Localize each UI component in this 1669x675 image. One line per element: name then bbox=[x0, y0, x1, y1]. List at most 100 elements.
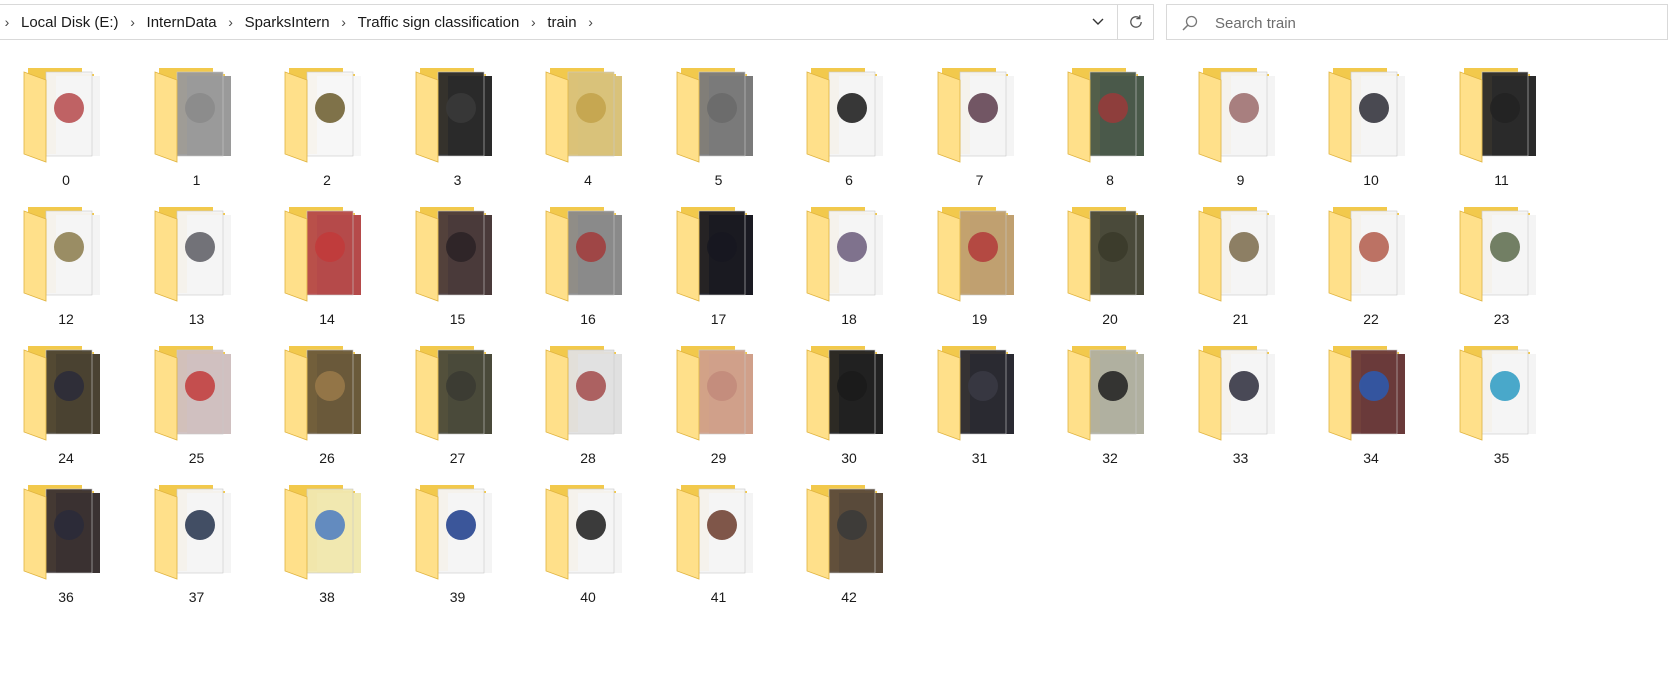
folder-item[interactable]: 37 bbox=[131, 475, 261, 614]
folder-item[interactable]: 0 bbox=[0, 58, 130, 197]
folder-icon bbox=[284, 68, 361, 163]
folder-icon bbox=[1328, 346, 1405, 441]
breadcrumb-segment[interactable]: InternData bbox=[141, 14, 223, 31]
folder-icon bbox=[284, 207, 361, 302]
folder-item[interactable]: 25 bbox=[131, 336, 261, 475]
folder-name: 6 bbox=[845, 172, 853, 188]
folder-icon bbox=[545, 346, 622, 441]
folder-item[interactable]: 22 bbox=[1305, 197, 1435, 336]
folder-item[interactable]: 1 bbox=[131, 58, 261, 197]
folder-item[interactable]: 39 bbox=[392, 475, 522, 614]
breadcrumb-chevron-icon[interactable]: › bbox=[525, 15, 541, 29]
folder-icon bbox=[545, 485, 622, 580]
folder-item[interactable]: 10 bbox=[1305, 58, 1435, 197]
folder-name: 40 bbox=[580, 589, 596, 605]
folder-icon bbox=[1459, 68, 1536, 163]
breadcrumb-chevron-icon[interactable]: › bbox=[223, 15, 239, 29]
folder-name: 15 bbox=[449, 311, 466, 327]
breadcrumb-segment[interactable]: train bbox=[541, 14, 582, 31]
folder-item[interactable]: 32 bbox=[1044, 336, 1174, 475]
folder-item[interactable]: 40 bbox=[522, 475, 652, 614]
folder-item[interactable]: 5 bbox=[653, 58, 783, 197]
folder-name: 11 bbox=[1494, 172, 1509, 188]
folder-item[interactable]: 31 bbox=[914, 336, 1044, 475]
folder-item[interactable]: 38 bbox=[261, 475, 391, 614]
breadcrumb-chevron-icon[interactable]: › bbox=[336, 15, 352, 29]
folder-item[interactable]: 23 bbox=[1436, 197, 1566, 336]
address-history-dropdown[interactable] bbox=[1081, 5, 1115, 39]
folder-item[interactable]: 34 bbox=[1305, 336, 1435, 475]
folder-item[interactable]: 12 bbox=[0, 197, 130, 336]
refresh-icon bbox=[1129, 15, 1142, 28]
folder-icon bbox=[1328, 207, 1405, 302]
folder-item[interactable]: 42 bbox=[783, 475, 913, 614]
folder-item[interactable]: 36 bbox=[0, 475, 130, 614]
folder-item[interactable]: 7 bbox=[914, 58, 1044, 197]
folder-icon bbox=[545, 207, 622, 302]
folder-name: 9 bbox=[1236, 172, 1245, 188]
folder-item[interactable]: 14 bbox=[261, 197, 391, 336]
folder-icon bbox=[676, 68, 753, 163]
breadcrumb: › Local Disk (E:) › InternData › SparksIntern… bbox=[0, 5, 599, 39]
folder-item[interactable]: 15 bbox=[392, 197, 522, 336]
folder-icon bbox=[676, 346, 753, 441]
folder-icon bbox=[1198, 68, 1275, 163]
folder-name: 29 bbox=[710, 450, 727, 466]
folder-item[interactable]: 8 bbox=[1044, 58, 1174, 197]
folder-icon bbox=[284, 346, 361, 441]
folder-name: 28 bbox=[580, 450, 596, 466]
address-bar[interactable]: › Local Disk (E:) › InternData › SparksIntern… bbox=[0, 4, 1154, 40]
breadcrumb-segment[interactable]: Local Disk (E:) bbox=[15, 14, 125, 31]
folder-item[interactable]: 18 bbox=[783, 197, 913, 336]
folder-item[interactable]: 29 bbox=[653, 336, 783, 475]
folder-item[interactable]: 28 bbox=[522, 336, 652, 475]
folder-item[interactable]: 30 bbox=[783, 336, 913, 475]
folder-name: 10 bbox=[1363, 172, 1379, 188]
breadcrumb-chevron-icon[interactable]: › bbox=[125, 15, 141, 29]
folder-name: 38 bbox=[319, 589, 335, 605]
folder-item[interactable]: 21 bbox=[1175, 197, 1305, 336]
folder-icon bbox=[806, 485, 883, 580]
folder-icon bbox=[1459, 346, 1536, 441]
folder-item[interactable]: 20 bbox=[1044, 197, 1174, 336]
folder-name: 21 bbox=[1232, 311, 1249, 327]
folder-item[interactable]: 41 bbox=[653, 475, 783, 614]
folder-name: 16 bbox=[580, 311, 596, 327]
breadcrumb-chevron-icon[interactable]: › bbox=[0, 15, 15, 29]
folder-item[interactable]: 35 bbox=[1436, 336, 1566, 475]
folder-name: 24 bbox=[58, 450, 74, 466]
folder-item[interactable]: 27 bbox=[392, 336, 522, 475]
folder-name: 42 bbox=[841, 589, 857, 605]
folder-item[interactable]: 6 bbox=[783, 58, 913, 197]
search-box[interactable] bbox=[1166, 4, 1668, 40]
breadcrumb-segment[interactable]: SparksIntern bbox=[239, 14, 336, 31]
folder-icon bbox=[154, 207, 231, 302]
folder-item[interactable]: 19 bbox=[914, 197, 1044, 336]
folder-item[interactable]: 26 bbox=[261, 336, 391, 475]
folder-name: 39 bbox=[449, 589, 466, 605]
folder-item[interactable]: 13 bbox=[131, 197, 261, 336]
folder-icon bbox=[937, 207, 1014, 302]
folder-item[interactable]: 11 bbox=[1436, 58, 1566, 197]
folder-item[interactable]: 2 bbox=[261, 58, 391, 197]
folder-item[interactable]: 33 bbox=[1175, 336, 1305, 475]
folder-icon bbox=[154, 68, 231, 163]
breadcrumb-segment[interactable]: Traffic sign classification bbox=[352, 14, 526, 31]
folder-icon bbox=[23, 207, 100, 302]
folder-name: 4 bbox=[584, 172, 592, 188]
refresh-button[interactable] bbox=[1117, 5, 1153, 39]
breadcrumb-chevron-icon[interactable]: › bbox=[583, 15, 599, 29]
folder-name: 32 bbox=[1102, 450, 1118, 466]
folder-icon bbox=[154, 346, 231, 441]
folder-item[interactable]: 17 bbox=[653, 197, 783, 336]
folder-name: 36 bbox=[58, 589, 74, 605]
search-input[interactable] bbox=[1213, 11, 1657, 35]
folder-item[interactable]: 9 bbox=[1175, 58, 1305, 197]
folder-icon bbox=[1067, 346, 1144, 441]
folder-item[interactable]: 4 bbox=[522, 58, 652, 197]
folder-item[interactable]: 24 bbox=[0, 336, 130, 475]
folder-name: 3 bbox=[453, 172, 462, 188]
folder-icon bbox=[415, 485, 492, 580]
folder-item[interactable]: 16 bbox=[522, 197, 652, 336]
folder-item[interactable]: 3 bbox=[392, 58, 522, 197]
